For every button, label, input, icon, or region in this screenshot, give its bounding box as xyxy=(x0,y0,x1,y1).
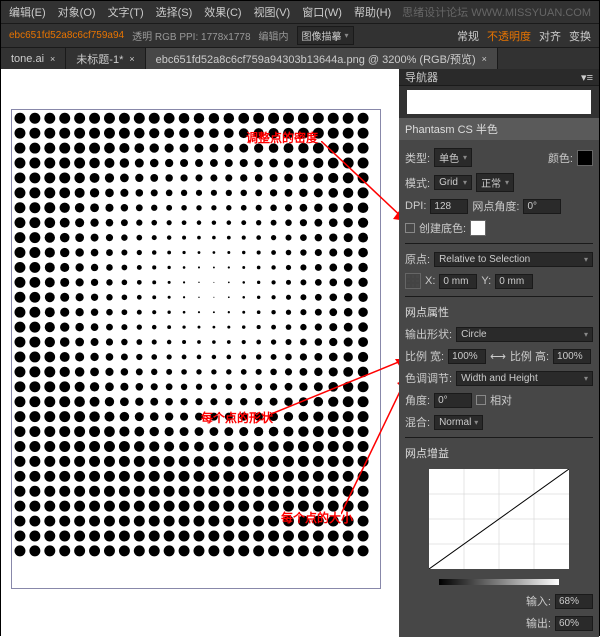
scale-h-label: 比例 高: xyxy=(510,348,549,364)
type-select[interactable]: 单色 xyxy=(434,148,472,167)
scale-h-input[interactable] xyxy=(553,349,591,364)
mode-normal[interactable]: 正常 xyxy=(476,173,514,192)
document-tabs: tone.ai× 未标题-1*× ebc651fd52a8c6cf759a943… xyxy=(1,47,599,69)
attrs-heading: 网点属性 xyxy=(405,304,449,320)
watermark: 思绪设计论坛 WWW.MISSYUAN.COM xyxy=(402,4,591,20)
shape-label: 输出形状: xyxy=(405,326,452,342)
panel-menu-icon[interactable]: ▾≡ xyxy=(581,71,593,84)
panel-title: Phantasm CS 半色 xyxy=(399,118,599,140)
input-label: 输入: xyxy=(526,593,551,609)
canvas[interactable]: 调整点的密度 每个点的形状 每个点的大小 xyxy=(1,69,399,637)
link-icon[interactable]: ⟷ xyxy=(490,350,506,363)
file-link[interactable]: ebc651fd52a8c6cf759a94 xyxy=(9,30,124,41)
navigator-tab[interactable]: 导航器 xyxy=(405,69,438,85)
angle2-input[interactable] xyxy=(434,393,472,408)
output-value[interactable] xyxy=(555,616,593,631)
input-value[interactable] xyxy=(555,594,593,609)
create-bg-label: 创建底色: xyxy=(419,220,466,236)
blend-label: 混合: xyxy=(405,414,430,430)
adjust-select[interactable]: Width and Height xyxy=(456,371,593,386)
menu-object[interactable]: 对象(O) xyxy=(58,4,96,20)
adjust-label: 色调调节: xyxy=(405,370,452,386)
close-icon[interactable]: × xyxy=(50,54,55,64)
close-icon[interactable]: × xyxy=(129,54,134,64)
annotation-density: 调整点的密度 xyxy=(246,129,318,146)
dpi-input[interactable] xyxy=(430,199,468,214)
scale-w-input[interactable] xyxy=(448,349,486,364)
edit-in[interactable]: 编辑内 xyxy=(259,28,289,43)
menu-help[interactable]: 帮助(H) xyxy=(354,4,391,20)
menu-edit[interactable]: 编辑(E) xyxy=(9,4,46,20)
curve-heading: 网点增益 xyxy=(405,445,449,461)
create-bg-checkbox[interactable] xyxy=(405,223,415,233)
image-trace-select[interactable]: 图像描摹 xyxy=(297,26,354,45)
angle2-label: 角度: xyxy=(405,392,430,408)
tab-align[interactable]: 对齐 xyxy=(539,28,561,44)
mode-label: 模式: xyxy=(405,175,430,191)
dot-gain-curve[interactable] xyxy=(429,469,569,569)
menu-window[interactable]: 窗口(W) xyxy=(302,4,342,20)
color-swatch[interactable] xyxy=(577,150,593,166)
arrow-size xyxy=(341,379,399,519)
annotation-shape: 每个点的形状 xyxy=(201,409,273,426)
menu-effect[interactable]: 效果(C) xyxy=(204,4,241,20)
phantasm-panel: Phantasm CS 半色 类型: 单色 颜色: 模式: Grid 正常 DP… xyxy=(399,118,599,637)
x-label: X: xyxy=(425,275,435,287)
origin-select[interactable]: Relative to Selection xyxy=(434,252,593,267)
tab-general[interactable]: 常规 xyxy=(457,28,479,44)
blend-select[interactable]: Normal xyxy=(434,415,483,430)
menu-text[interactable]: 文字(T) xyxy=(108,4,144,20)
tab-image[interactable]: ebc651fd52a8c6cf759a94303b13644a.png @ 3… xyxy=(146,48,498,70)
y-label: Y: xyxy=(481,275,491,287)
origin-grid-icon[interactable] xyxy=(405,273,421,289)
relative-label: 相对 xyxy=(490,392,512,408)
angle-input[interactable] xyxy=(523,199,561,214)
tab-tone[interactable]: tone.ai× xyxy=(1,48,66,70)
output-label: 输出: xyxy=(526,615,551,631)
tab-transform[interactable]: 变换 xyxy=(569,28,591,44)
close-icon[interactable]: × xyxy=(482,54,487,64)
shape-select[interactable]: Circle xyxy=(456,327,593,342)
annotation-size: 每个点的大小 xyxy=(281,509,353,526)
gradient-slider[interactable] xyxy=(439,579,559,585)
mode-select[interactable]: Grid xyxy=(434,175,472,190)
y-input[interactable] xyxy=(495,274,533,289)
scale-w-label: 比例 宽: xyxy=(405,348,444,364)
x-input[interactable] xyxy=(439,274,477,289)
dpi-label: DPI: xyxy=(405,200,426,212)
options-bar: ebc651fd52a8c6cf759a94 透明 RGB PPI: 1778x… xyxy=(1,23,599,47)
color-label: 颜色: xyxy=(548,150,573,166)
tab-untitled[interactable]: 未标题-1*× xyxy=(66,48,145,70)
menu-view[interactable]: 视图(V) xyxy=(254,4,291,20)
menu-select[interactable]: 选择(S) xyxy=(156,4,193,20)
type-label: 类型: xyxy=(405,150,430,166)
angle-label: 网点角度: xyxy=(472,198,519,214)
tab-opacity[interactable]: 不透明度 xyxy=(487,28,531,44)
bg-swatch[interactable] xyxy=(470,220,486,236)
doc-info: 透明 RGB PPI: 1778x1778 xyxy=(132,28,250,43)
right-panels: 导航器 ▾≡ Phantasm CS 半色 类型: 单色 颜色: 模式: Gri… xyxy=(399,69,599,637)
relative-checkbox[interactable] xyxy=(476,395,486,405)
arrow-density xyxy=(321,141,399,231)
navigator-preview[interactable] xyxy=(407,90,591,114)
origin-label: 原点: xyxy=(405,251,430,267)
